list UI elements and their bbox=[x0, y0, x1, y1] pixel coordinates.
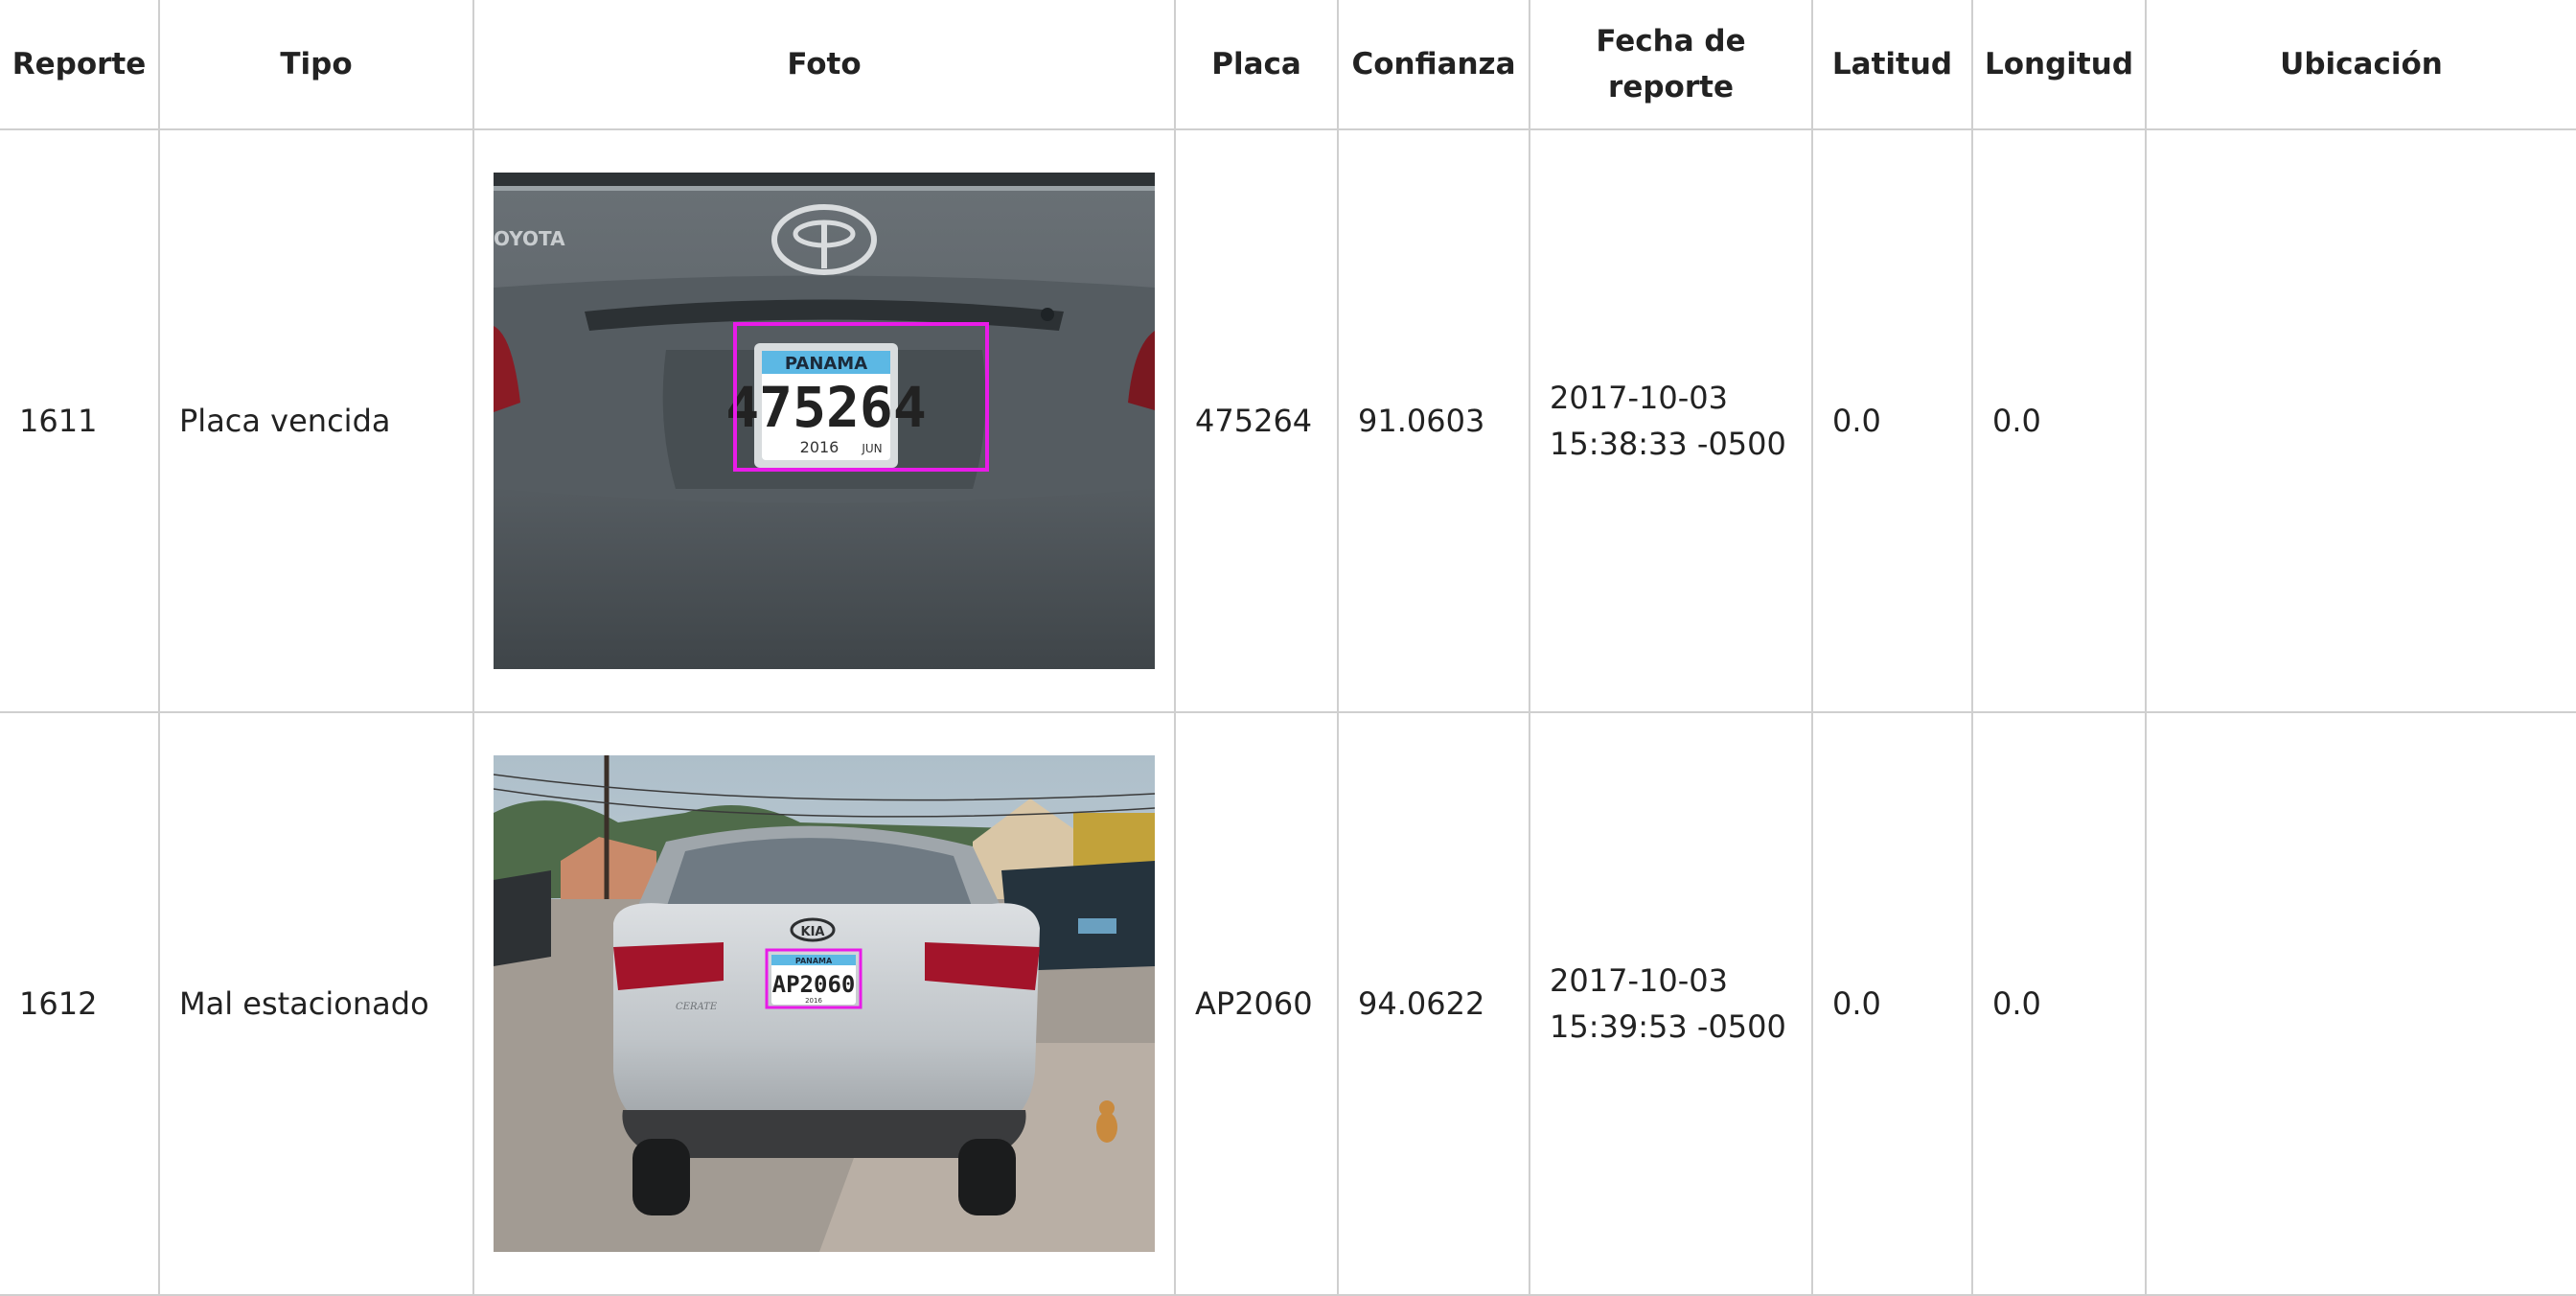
header-longitud: Longitud bbox=[1971, 0, 2147, 130]
photo-model-badge: CERATE bbox=[676, 1002, 718, 1012]
header-reporte: Reporte bbox=[0, 0, 160, 130]
cell-reporte: 1612 bbox=[0, 711, 160, 1296]
cell-ubicacion bbox=[2145, 711, 2576, 1296]
photo-plate-year: 2016 bbox=[805, 997, 822, 1005]
photo-make-badge: KIA bbox=[801, 925, 825, 939]
cell-reporte: 1611 bbox=[0, 128, 160, 713]
header-placa: Placa bbox=[1174, 0, 1339, 130]
cell-confianza: 94.0622 bbox=[1337, 711, 1530, 1296]
header-ubicacion: Ubicación bbox=[2145, 0, 2576, 130]
header-confianza: Confianza bbox=[1337, 0, 1530, 130]
photo-make-badge: OYOTA bbox=[494, 227, 565, 250]
report-photo-kia[interactable]: KIA CERATE PANAMA AP2060 2016 bbox=[494, 755, 1155, 1252]
photo-plate-year: 2016 bbox=[800, 438, 840, 456]
cell-foto: KIA CERATE PANAMA AP2060 2016 bbox=[472, 711, 1176, 1296]
cell-placa: 475264 bbox=[1174, 128, 1339, 713]
cell-tipo: Placa vencida bbox=[158, 128, 474, 713]
header-tipo: Tipo bbox=[158, 0, 474, 130]
fecha-date: 2017-10-03 bbox=[1550, 962, 1728, 999]
photo-plate-country: PANAMA bbox=[785, 354, 867, 374]
cell-ubicacion bbox=[2145, 128, 2576, 713]
report-photo-toyota[interactable]: OYOTA PANAMA 475264 2016 JUN bbox=[494, 173, 1155, 669]
cell-tipo: Mal estacionado bbox=[158, 711, 474, 1296]
fecha-time: 15:39:53 -0500 bbox=[1550, 1008, 1786, 1045]
cell-latitud: 0.0 bbox=[1811, 711, 1973, 1296]
reports-table: Reporte Tipo Foto Placa Confianza Fecha … bbox=[0, 0, 2576, 1296]
header-latitud: Latitud bbox=[1811, 0, 1973, 130]
cell-foto: OYOTA PANAMA 475264 2016 JUN bbox=[472, 128, 1176, 713]
cell-confianza: 91.0603 bbox=[1337, 128, 1530, 713]
table-row: 1611 Placa vencida OYOTA PANAMA 475264 2… bbox=[0, 128, 2576, 713]
fecha-date: 2017-10-03 bbox=[1550, 380, 1728, 416]
table-row: 1612 Mal estacionado KIA CERATE PANAMA A… bbox=[0, 711, 2576, 1296]
cell-longitud: 0.0 bbox=[1971, 128, 2147, 713]
fecha-time: 15:38:33 -0500 bbox=[1550, 426, 1786, 462]
cell-fecha: 2017-10-03 15:38:33 -0500 bbox=[1529, 128, 1813, 713]
photo-plate-number: AP2060 bbox=[772, 971, 856, 998]
cell-latitud: 0.0 bbox=[1811, 128, 1973, 713]
header-row: Reporte Tipo Foto Placa Confianza Fecha … bbox=[0, 0, 2576, 130]
cell-fecha: 2017-10-03 15:39:53 -0500 bbox=[1529, 711, 1813, 1296]
header-fecha: Fecha de reporte bbox=[1529, 0, 1813, 130]
cell-longitud: 0.0 bbox=[1971, 711, 2147, 1296]
photo-plate-month: JUN bbox=[861, 442, 882, 455]
photo-plate-number: 475264 bbox=[725, 375, 927, 440]
cat-figure bbox=[1096, 1112, 1117, 1143]
cell-placa: AP2060 bbox=[1174, 711, 1339, 1296]
header-foto: Foto bbox=[472, 0, 1176, 130]
photo-plate-country: PANAMA bbox=[795, 957, 833, 965]
